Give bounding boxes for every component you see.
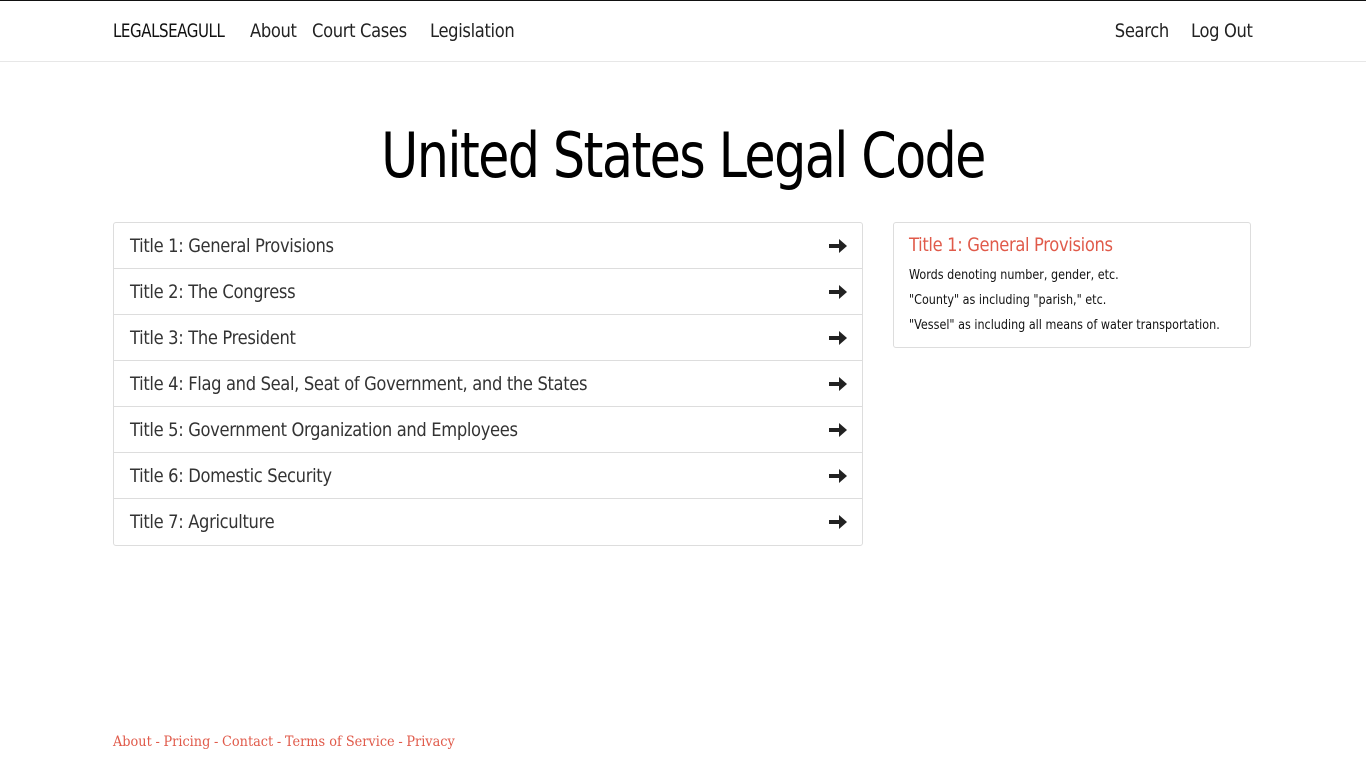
title-row-2[interactable]: Title 2: The Congress [114,269,862,315]
footer-link-pricing[interactable]: Pricing [163,734,210,750]
footer-separator: - [155,734,160,750]
title-row-4[interactable]: Title 4: Flag and Seal, Seat of Governme… [114,361,862,407]
title-row-3[interactable]: Title 3: The President [114,315,862,361]
footer-separator: - [213,734,219,750]
title-row-label: Title 3: The President [130,326,296,349]
title-row-label: Title 7: Agriculture [130,511,275,533]
top-navbar: LEGALSEAGULL About Court Cases Legislati… [0,1,1366,62]
code-titles-list: Title 1: General Provisions Title 2: The… [113,222,863,546]
arrow-right-icon [829,468,847,483]
footer-link-contact[interactable]: Contact [222,734,273,750]
navbar-inner: LEGALSEAGULL About Court Cases Legislati… [113,1,1253,61]
title-row-6[interactable]: Title 6: Domestic Security [114,453,862,499]
arrow-right-icon [829,284,847,299]
preview-section-link[interactable]: "Vessel" as including all means of water… [909,313,1220,338]
navbar-left: LEGALSEAGULL About Court Cases Legislati… [113,20,536,42]
nav-link-search[interactable]: Search [1115,20,1169,42]
arrow-right-icon [829,330,847,345]
title-row-1[interactable]: Title 1: General Provisions [114,223,862,269]
brand-logo-link[interactable]: LEGALSEAGULL [113,20,225,42]
nav-link-log-out[interactable]: Log Out [1191,20,1253,42]
title-row-7[interactable]: Title 7: Agriculture [114,499,862,545]
arrow-right-icon [829,422,847,437]
preview-section-link[interactable]: Words denoting number, gender, etc. [909,263,1189,288]
navbar-right: Search Log Out [1094,20,1253,42]
title-row-label: Title 4: Flag and Seal, Seat of Governme… [130,372,588,395]
title-preview-panel: Title 1: General Provisions Words denoti… [893,222,1251,348]
nav-link-court-cases[interactable]: Court Cases [312,20,407,42]
page-title: United States Legal Code [381,119,986,192]
footer-links: About - Pricing - Contact - Terms of Service - P… [113,734,455,750]
footer-link-about[interactable]: About [113,734,152,750]
arrow-right-icon [829,515,847,529]
title-row-label: Title 2: The Congress [130,280,296,303]
title-row-label: Title 1: General Provisions [130,234,334,257]
title-row-label: Title 5: Government Organization and Emp… [130,418,518,441]
title-row-label: Title 6: Domestic Security [130,464,332,487]
preview-title-link[interactable]: Title 1: General Provisions [909,233,1189,257]
page: LEGALSEAGULL About Court Cases Legislati… [0,0,1366,768]
arrow-right-icon [829,376,847,391]
preview-section-link[interactable]: "County" as including "parish," etc. [909,288,1189,313]
nav-link-legislation[interactable]: Legislation [430,20,515,42]
footer-link-terms-of-service[interactable]: Terms of Service [285,734,395,750]
nav-link-about[interactable]: About [250,20,297,42]
title-row-5[interactable]: Title 5: Government Organization and Emp… [114,407,862,453]
arrow-right-icon [829,238,847,253]
footer-separator: - [276,734,282,750]
footer-link-privacy[interactable]: Privacy [406,734,454,750]
footer-separator: - [398,734,403,750]
